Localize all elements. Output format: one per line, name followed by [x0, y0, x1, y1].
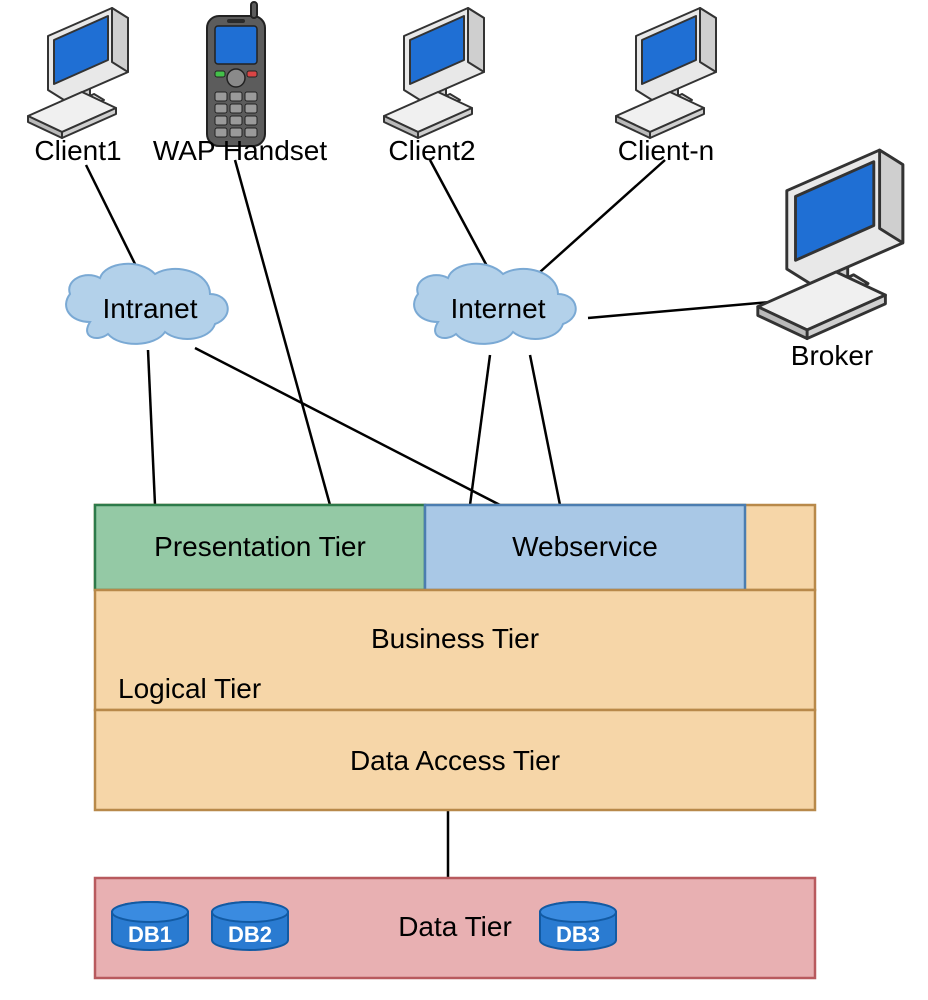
business-tier-label: Business Tier [371, 623, 539, 654]
clientn-label: Client-n [618, 135, 714, 166]
logical-tier-label: Logical Tier [118, 673, 261, 704]
broker-label: Broker [791, 340, 873, 371]
webservice-label: Webservice [512, 531, 658, 562]
data-tier-label: Data Tier [398, 911, 512, 942]
wap-handset-icon [207, 2, 265, 146]
client1-icon [28, 8, 128, 138]
clientn-icon [616, 8, 716, 138]
presentation-tier-label: Presentation Tier [154, 531, 366, 562]
db1-label: DB1 [128, 922, 172, 947]
client2-icon [384, 8, 484, 138]
db2-label: DB2 [228, 922, 272, 947]
internet-label: Internet [451, 293, 546, 324]
client2-label: Client2 [388, 135, 475, 166]
logical-tier-group: Presentation Tier Webservice Business Ti… [95, 505, 815, 810]
db3-label: DB3 [556, 922, 600, 947]
wap-handset-label: WAP Handset [153, 135, 328, 166]
data-access-tier-label: Data Access Tier [350, 745, 560, 776]
broker-icon [758, 150, 903, 339]
intranet-label: Intranet [103, 293, 198, 324]
client1-label: Client1 [34, 135, 121, 166]
